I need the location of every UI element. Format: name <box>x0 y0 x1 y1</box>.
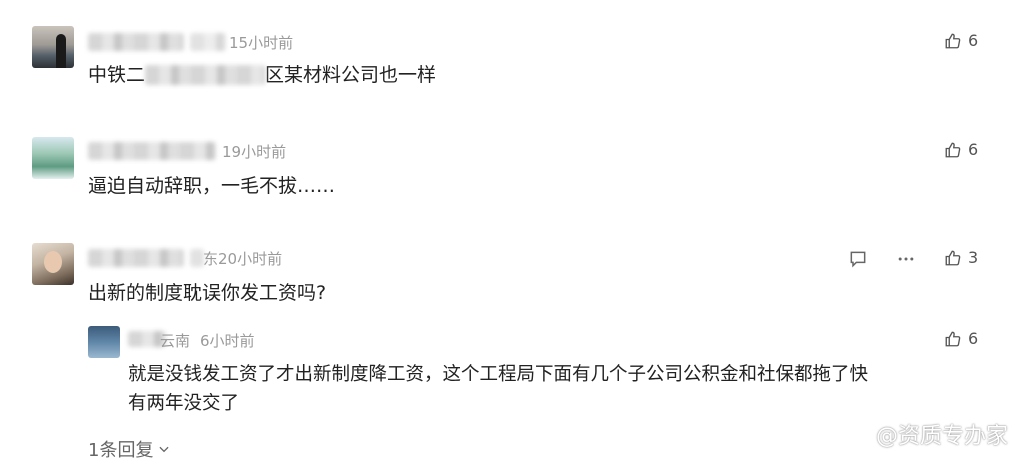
like-count: 6 <box>968 329 979 348</box>
more-button[interactable] <box>894 247 918 271</box>
thumbs-up-icon <box>945 250 961 265</box>
username-redacted[interactable] <box>88 249 184 267</box>
like-button[interactable]: 3 <box>944 248 978 267</box>
like-count: 6 <box>968 140 979 159</box>
location-redacted <box>190 249 204 267</box>
thumbs-up-icon <box>945 331 961 346</box>
watermark: @资质专办家 <box>850 418 1008 450</box>
reply-text-line1: 就是没钱发工资了才出新制度降工资，这个工程局下面有几个子公司公积金和社保都拖了快 <box>128 364 869 385</box>
reply-time: 6小时前 <box>200 332 255 350</box>
reply-location: 云南 <box>160 332 191 350</box>
like-count: 6 <box>968 31 979 50</box>
comment-text: 中铁二 区某材料公司也一样 <box>88 64 437 86</box>
chevron-down-icon <box>159 446 169 453</box>
reply-toggle[interactable]: 1条回复 <box>88 436 171 462</box>
reply-text-line2: 有两年没交了 <box>128 393 240 414</box>
comment-text: 出新的制度耽误你发工资吗? <box>88 282 327 304</box>
comment-time: 20小时前 <box>218 250 283 268</box>
avatar[interactable] <box>32 243 74 285</box>
location-redacted <box>190 33 226 51</box>
avatar[interactable] <box>32 26 74 68</box>
like-button[interactable]: 6 <box>944 140 978 159</box>
avatar[interactable] <box>32 137 74 179</box>
comment-time: 15小时前 <box>229 34 294 52</box>
reply-count: 1条回复 <box>88 440 154 461</box>
location: 东 <box>203 250 219 268</box>
reply-like-button[interactable]: 6 <box>944 329 978 348</box>
more-dots-icon <box>898 257 914 261</box>
like-count: 3 <box>968 248 979 267</box>
username-redacted[interactable] <box>88 33 184 51</box>
comment-button[interactable] <box>846 247 870 271</box>
reply-avatar[interactable] <box>88 326 120 358</box>
like-button[interactable]: 6 <box>944 31 978 50</box>
thumbs-up-icon <box>945 142 961 157</box>
username-redacted[interactable] <box>88 142 216 160</box>
comment-bubble-icon <box>850 251 866 268</box>
comment-text: 逼迫自动辞职，一毛不拔…… <box>88 175 336 197</box>
comment-time: 19小时前 <box>222 143 287 161</box>
watermark-text: @资质专办家 <box>875 424 1008 449</box>
logo-icon <box>852 425 870 443</box>
thumbs-up-icon <box>945 33 961 48</box>
